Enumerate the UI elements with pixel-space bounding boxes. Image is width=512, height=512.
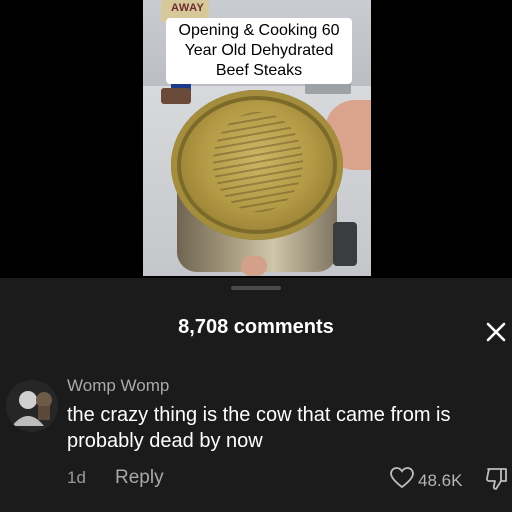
comment-text: the crazy thing is the cow that came fro… [67,404,451,452]
heart-icon [390,467,414,494]
comments-count: 8,708 comments [178,316,334,338]
comments-panel: 8,708 comments Womp Womp the crazy thing… [0,278,512,512]
comment-timestamp: 1d [67,468,86,487]
avatar[interactable] [6,380,58,432]
caption-line-3: Beef Steaks [215,62,303,79]
finger [241,256,267,276]
thumbs-down-icon[interactable] [484,466,510,492]
video-caption: Opening & Cooking 60 Year Old Dehydrated… [166,18,352,84]
reply-button[interactable]: Reply [115,467,164,489]
comment-author[interactable]: Womp Womp [67,376,169,396]
close-icon[interactable] [484,320,508,344]
screen: AWAY Opening & Cooking 60 Year Old Dehyd… [0,0,512,512]
can-lid-print [213,112,303,212]
like-count: 48.6K [418,470,463,490]
caption-line-2: Year Old Dehydrated [184,42,334,59]
drag-handle[interactable] [231,286,281,290]
can-opener [333,222,357,266]
caption-line-1: Opening & Cooking 60 [178,22,340,39]
like-button[interactable]: 48.6K [390,467,462,494]
shelf-item-text: AWAY [171,2,205,14]
jar [161,88,191,104]
